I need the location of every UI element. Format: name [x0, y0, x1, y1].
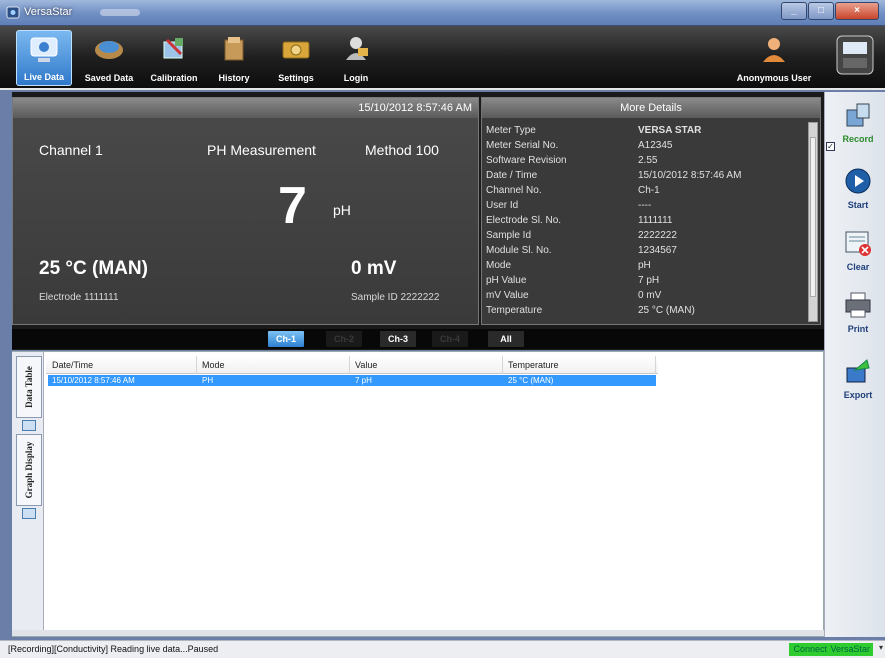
device-dropdown-icon[interactable]: ▾ — [879, 643, 883, 652]
title-bar: VersaStar _ □ × — [0, 0, 885, 26]
export-icon — [846, 359, 870, 383]
print-button[interactable]: Print — [836, 290, 880, 334]
column-divider — [196, 356, 197, 374]
clear-icon — [845, 231, 871, 256]
view-tabs: Data Table Graph Display — [12, 352, 44, 636]
ph-unit: pH — [333, 202, 351, 218]
main-toolbar: Live Data Saved Data Calibration History… — [0, 26, 885, 90]
app-icon — [6, 6, 20, 19]
window-controls: _ □ × — [780, 2, 879, 20]
calibration-icon — [163, 38, 183, 59]
title-decoration — [100, 9, 140, 16]
details-scroll-thumb[interactable] — [810, 137, 816, 297]
saved-data-icon — [95, 41, 123, 59]
more-details-title: More Details — [482, 98, 820, 118]
toolbar-calibration[interactable]: Calibration — [148, 30, 200, 86]
start-icon — [845, 168, 871, 194]
mv-value: 0 mV — [351, 258, 397, 279]
close-button[interactable]: × — [835, 2, 879, 20]
toolbar-history[interactable]: History — [212, 30, 256, 86]
detail-row: Date / Time 15/10/2012 8:57:46 AM — [486, 170, 742, 181]
monitor-icon — [30, 37, 58, 62]
detail-row: Channel No. Ch-1 — [486, 185, 660, 196]
detail-row: Module Sl. No. 1234567 — [486, 245, 677, 256]
live-header: 15/10/2012 8:57:46 AM — [13, 98, 478, 118]
toolbar-login[interactable]: Login — [336, 30, 376, 86]
detail-row: Meter Serial No. A12345 — [486, 140, 673, 151]
print-icon — [845, 292, 871, 318]
column-header-temperature[interactable]: Temperature — [508, 360, 559, 370]
detail-row: Sample Id 2222222 — [486, 230, 677, 241]
method-label: Method 100 — [365, 142, 439, 158]
history-icon — [224, 37, 244, 61]
tab-ch-3[interactable]: Ch-3 — [380, 331, 416, 347]
settings-icon — [282, 41, 310, 59]
more-details-panel: More Details Meter Type VERSA STAR Meter … — [481, 97, 821, 325]
status-bar: [Recording][Conductivity] Reading live d… — [0, 640, 885, 658]
details-scrollbar[interactable] — [808, 122, 818, 322]
minimize-button[interactable]: _ — [781, 2, 807, 20]
detail-row: Software Revision 2.55 — [486, 155, 658, 166]
tab-ch-4[interactable]: Ch-4 — [432, 331, 468, 347]
temperature-value: 25 °C (MAN) — [39, 258, 148, 279]
toolbar-saved-data[interactable]: Saved Data — [80, 30, 138, 86]
column-divider — [349, 356, 350, 374]
cell-temperature: 25 °C (MAN) — [508, 376, 554, 385]
data-table-icon[interactable] — [22, 420, 36, 431]
start-button[interactable]: Start — [836, 166, 880, 210]
graph-display-icon[interactable] — [22, 508, 36, 519]
status-message: [Recording][Conductivity] Reading live d… — [8, 644, 219, 654]
column-header-datetime[interactable]: Date/Time — [52, 360, 93, 370]
channel-tab-strip — [12, 329, 824, 349]
detail-row: pH Value 7 pH — [486, 275, 660, 286]
user-icon — [763, 38, 785, 62]
data-table: Date/Time Mode Value Temperature 15/10/2… — [46, 356, 658, 636]
cell-value: 7 pH — [355, 376, 372, 385]
tab-data-table[interactable]: Data Table — [16, 356, 42, 418]
window-title: VersaStar — [24, 6, 73, 18]
electrode-label: Electrode 1111111 — [39, 292, 119, 303]
device-name[interactable]: VersaStar — [827, 643, 873, 656]
detail-row: Electrode Sl. No. 1111111 — [486, 215, 673, 226]
tab-all[interactable]: All — [488, 331, 524, 347]
record-checkbox[interactable]: ✓ — [826, 142, 835, 151]
detail-row: mV Value 0 mV — [486, 290, 662, 301]
detail-row: Meter Type VERSA STAR — [486, 125, 702, 136]
live-datetime: 15/10/2012 8:57:46 AM — [358, 102, 472, 114]
measurement-label: PH Measurement — [207, 142, 316, 158]
tab-ch-1[interactable]: Ch-1 — [268, 331, 304, 347]
cell-datetime: 15/10/2012 8:57:46 AM — [52, 376, 135, 385]
record-icon — [846, 103, 870, 127]
column-header-mode[interactable]: Mode — [202, 360, 225, 370]
live-reading-panel: 15/10/2012 8:57:46 AM Channel 1 PH Measu… — [12, 97, 479, 325]
record-button[interactable]: Record — [836, 100, 880, 144]
toolbar-settings[interactable]: Settings — [270, 30, 322, 86]
login-icon — [346, 37, 368, 60]
column-divider — [502, 356, 503, 374]
column-header-value[interactable]: Value — [355, 360, 377, 370]
toolbar-user[interactable]: Anonymous User — [730, 30, 818, 86]
tab-ch-2[interactable]: Ch-2 — [326, 331, 362, 347]
detail-row: User Id ---- — [486, 200, 652, 211]
detail-row: Temperature 25 °C (MAN) — [486, 305, 695, 316]
clear-button[interactable]: Clear — [836, 228, 880, 272]
sample-label: Sample ID 2222222 — [351, 292, 440, 303]
export-button[interactable]: Export — [836, 356, 880, 400]
channel-label: Channel 1 — [39, 142, 103, 158]
cell-mode: PH — [202, 376, 214, 385]
ph-value: 7 — [278, 177, 307, 235]
column-divider — [655, 356, 656, 374]
tab-graph-display[interactable]: Graph Display — [16, 434, 42, 506]
horizontal-scrollbar[interactable] — [12, 630, 824, 636]
maximize-button[interactable]: □ — [808, 2, 834, 20]
table-header: Date/Time Mode Value Temperature — [46, 356, 658, 374]
meter-icon — [836, 35, 874, 75]
detail-row: Mode pH — [486, 260, 651, 271]
toolbar-live-data[interactable]: Live Data — [16, 30, 72, 86]
table-row[interactable]: 15/10/2012 8:57:46 AM PH 7 pH 25 °C (MAN… — [48, 375, 656, 386]
